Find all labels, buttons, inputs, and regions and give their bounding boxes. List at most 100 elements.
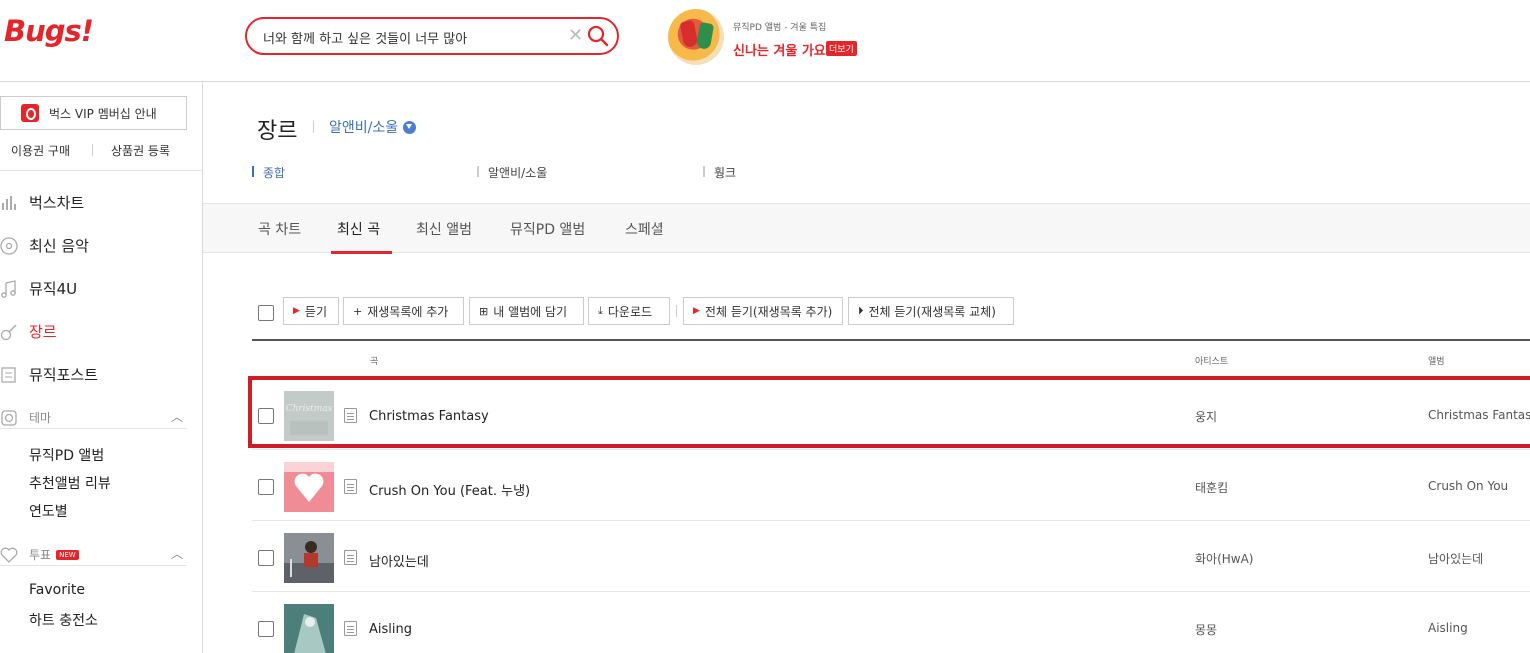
album-add-icon: ⊞ (479, 304, 489, 318)
artist-name[interactable]: 몽몽 (1195, 621, 1217, 638)
promo-thumbnail[interactable] (668, 9, 724, 65)
divider (703, 166, 705, 177)
play-icon: ▶ (293, 306, 300, 316)
sidebar-item-label: 뮤직4U (29, 280, 78, 298)
bugs-vip-icon (21, 104, 39, 122)
guitar-icon (0, 323, 18, 341)
vote-item-heart-charge[interactable]: 하트 충전소 (29, 610, 98, 630)
sidebar-item-music-post[interactable]: 뮤직포스트 (0, 364, 98, 385)
register-coupon-link[interactable]: 상품권 등록 (111, 142, 170, 159)
album-name[interactable]: 남아있는데 (1428, 550, 1483, 567)
theme-section-header: 테마 ︿ (0, 407, 187, 429)
lyrics-icon[interactable] (344, 621, 357, 636)
sidebar-item-new-music[interactable]: 최신 음악 (0, 235, 89, 256)
divider (676, 305, 677, 317)
artist-name[interactable]: 화아(HwA) (1195, 550, 1254, 567)
divider (92, 144, 93, 156)
subgenre-label: 종합 (263, 166, 286, 180)
tab-latest-albums[interactable]: 최신 앨범 (416, 219, 472, 239)
tab-latest-songs[interactable]: 최신 곡 (337, 219, 380, 239)
vote-label: 투표 (29, 548, 52, 562)
theme-item-musicpd-album[interactable]: 뮤직PD 앨범 (29, 445, 104, 465)
album-name[interactable]: Crush On You (1428, 479, 1508, 493)
active-tab-indicator (331, 251, 392, 254)
subgenre-funk[interactable]: 훵크 (703, 164, 737, 181)
row-checkbox[interactable] (258, 621, 274, 637)
vote-item-favorite[interactable]: Favorite (29, 582, 85, 598)
sidebar-item-bugs-chart[interactable]: 벅스차트 (0, 192, 84, 213)
clear-icon[interactable]: ✕ (568, 25, 583, 46)
theme-label: 테마 (29, 411, 52, 425)
promo-title[interactable]: 신나는 겨울 가요 (733, 40, 826, 59)
subgenre-label: 알앤비/소울 (488, 166, 548, 180)
tab-song-chart[interactable]: 곡 차트 (258, 219, 301, 239)
column-header-artist: 아티스트 (1195, 357, 1229, 367)
row-checkbox[interactable] (258, 550, 274, 566)
listen-all-add-button[interactable]: ▶ 전체 듣기(재생목록 추가) (683, 297, 843, 325)
divider (313, 121, 314, 133)
plus-icon: + (353, 304, 363, 318)
heart-icon (0, 547, 18, 563)
sidebar: 벅스 VIP 멤버십 안내 이용권 구매 상품권 등록 벅스차트 최신 음악 뮤… (0, 82, 203, 653)
row-checkbox[interactable] (258, 479, 274, 495)
theme-icon (1, 409, 17, 426)
promo-more-button[interactable]: 더보기 (826, 41, 857, 56)
button-label: 다운로드 (607, 304, 653, 319)
top-header: Bugs! ✕ 뮤직PD 앨범 - 겨울 특집 신나는 겨울 가요 더보기 (0, 0, 1530, 82)
artist-name[interactable]: 태훈킴 (1195, 479, 1228, 496)
genre-selector[interactable]: 알앤비/소울 (329, 117, 417, 137)
chevron-up-icon[interactable]: ︿ (171, 408, 183, 425)
lyrics-icon[interactable] (344, 479, 357, 494)
divider (252, 520, 1530, 521)
sidebar-item-genre[interactable]: 장르 (0, 321, 57, 342)
listen-button[interactable]: ▶ 듣기 (283, 297, 339, 325)
tab-bar: 곡 차트 최신 곡 최신 앨범 뮤직PD 앨범 스페셜 (203, 203, 1530, 254)
column-header-song: 곡 (370, 357, 379, 367)
listen-all-replace-button[interactable]: ⏵ 전체 듣기(재생목록 교체) (848, 297, 1014, 325)
subgenre-all[interactable]: 종합 (252, 164, 286, 181)
divider (252, 449, 1530, 450)
buy-pass-link[interactable]: 이용권 구매 (11, 142, 70, 159)
divider (477, 166, 479, 177)
add-to-playlist-button[interactable]: + 재생목록에 추가 (343, 297, 464, 325)
theme-item-album-review[interactable]: 추천앨범 리뷰 (29, 473, 111, 493)
download-button[interactable]: ⤓ 다운로드 (588, 297, 670, 325)
sidebar-item-music4u[interactable]: 뮤직4U (0, 278, 77, 299)
album-name[interactable]: Aisling (1428, 621, 1468, 635)
lyrics-icon[interactable] (344, 550, 357, 565)
theme-item-by-year[interactable]: 연도별 (29, 501, 68, 521)
bugs-logo[interactable]: Bugs! (4, 14, 94, 48)
song-title[interactable]: 남아있는데 (369, 551, 429, 570)
divider (252, 591, 1530, 592)
search-input[interactable] (263, 27, 553, 47)
song-title[interactable]: Aisling (369, 622, 412, 637)
divider (0, 170, 202, 171)
vote-section-header: 투표 NEW ︿ (0, 544, 187, 566)
select-all-checkbox[interactable] (258, 305, 274, 321)
vip-label: 벅스 VIP 멤버십 안내 (49, 106, 157, 121)
subgenre-rnb-soul[interactable]: 알앤비/소울 (477, 164, 548, 181)
album-cover[interactable] (284, 462, 334, 512)
vip-membership-button[interactable]: 벅스 VIP 멤버십 안내 (0, 96, 187, 130)
tab-special[interactable]: 스페셜 (625, 219, 664, 239)
tab-musicpd-albums[interactable]: 뮤직PD 앨범 (510, 219, 585, 239)
sidebar-item-label: 최신 음악 (29, 237, 89, 255)
sidebar-item-label: 벅스차트 (29, 194, 85, 212)
chevron-up-icon[interactable]: ︿ (171, 545, 183, 562)
button-label: 내 앨범에 담기 (493, 304, 568, 319)
subgenre-label: 훵크 (714, 166, 737, 180)
album-cover[interactable] (284, 604, 334, 653)
search-icon[interactable] (587, 25, 609, 47)
play-icon: ▶ (693, 306, 700, 316)
music-note-icon (0, 279, 18, 298)
table-top-border (252, 339, 1530, 341)
album-cover[interactable] (284, 533, 334, 583)
sidebar-item-label: 장르 (29, 323, 57, 341)
play-circle-icon: ⏵ (858, 304, 864, 317)
row-highlight-frame (248, 376, 1530, 448)
download-icon: ⤓ (598, 304, 603, 317)
song-title[interactable]: Crush On You (Feat. 누냉) (369, 480, 530, 499)
genre-selected-label: 알앤비/소울 (329, 120, 399, 136)
add-to-my-album-button[interactable]: ⊞ 내 앨범에 담기 (469, 297, 584, 325)
chart-icon (0, 194, 18, 212)
